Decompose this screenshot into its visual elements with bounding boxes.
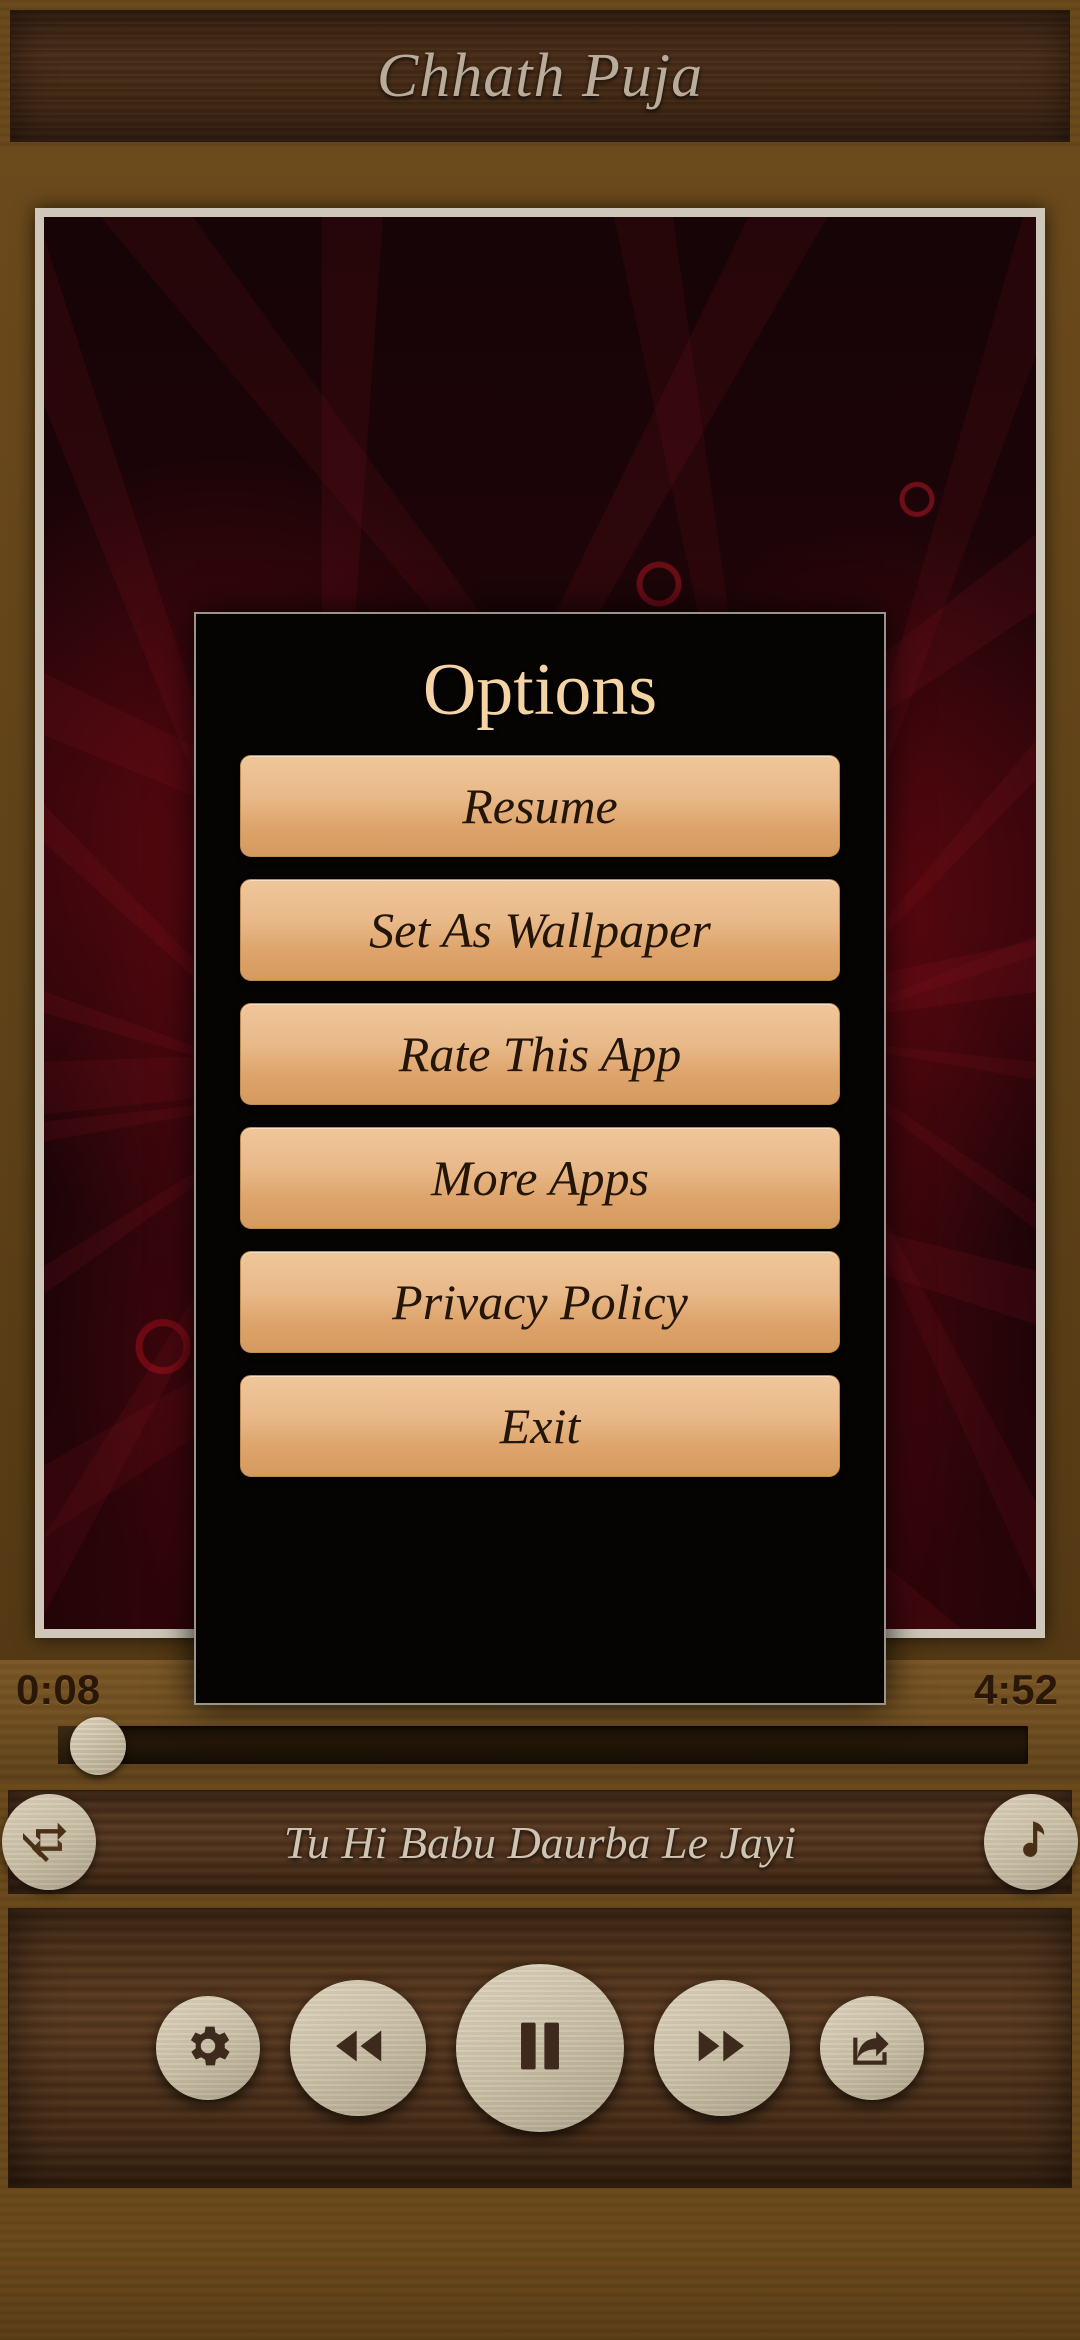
- seek-bar-thumb[interactable]: [70, 1717, 127, 1775]
- fast-forward-icon: [691, 2015, 753, 2082]
- options-dialog: Options Resume Set As Wallpaper Rate This …: [194, 612, 886, 1705]
- privacy-label: Privacy Policy: [392, 1274, 688, 1330]
- playlist-button[interactable]: [984, 1794, 1078, 1890]
- exit-button[interactable]: Exit: [240, 1375, 840, 1477]
- seek-bar-track[interactable]: [58, 1726, 1028, 1764]
- dialog-title: Options: [422, 649, 658, 731]
- share-button[interactable]: [820, 1996, 924, 2100]
- current-time-label: 0:08: [16, 1666, 101, 1713]
- repeat-button[interactable]: [2, 1794, 96, 1890]
- settings-button[interactable]: [156, 1996, 260, 2100]
- set-wallpaper-button[interactable]: Set As Wallpaper: [240, 879, 840, 981]
- title-bar: Chhath Puja: [10, 10, 1070, 142]
- song-title-label: Tu Hi Babu Daurba Le Jayi: [283, 1816, 797, 1868]
- exit-label: Exit: [499, 1398, 581, 1454]
- share-icon: [847, 2021, 897, 2076]
- resume-label: Resume: [462, 778, 618, 834]
- player-controls-bar: [8, 1908, 1072, 2188]
- dialog-menu: Resume Set As Wallpaper Rate This App More …: [196, 755, 884, 1477]
- rate-app-label: Rate This App: [398, 1026, 682, 1082]
- repeat-off-icon: [15, 1814, 75, 1871]
- resume-button[interactable]: Resume: [240, 755, 840, 857]
- privacy-button[interactable]: Privacy Policy: [240, 1251, 840, 1353]
- more-apps-button[interactable]: More Apps: [240, 1127, 840, 1229]
- play-pause-button[interactable]: [456, 1964, 624, 2132]
- page-title: Chhath Puja: [376, 41, 704, 110]
- gear-icon: [181, 2019, 235, 2078]
- music-note-icon: [1006, 1815, 1056, 1870]
- set-wallpaper-label: Set As Wallpaper: [369, 902, 711, 958]
- more-apps-label: More Apps: [430, 1150, 650, 1206]
- app-root: Chhath Puja 0:08 4:52 Tu Hi Babu Daurba …: [0, 0, 1080, 2340]
- pause-icon: [505, 2011, 575, 2086]
- next-button[interactable]: [654, 1980, 790, 2116]
- rewind-icon: [327, 2015, 389, 2082]
- rate-app-button[interactable]: Rate This App: [240, 1003, 840, 1105]
- song-title-bar: Tu Hi Babu Daurba Le Jayi: [8, 1790, 1072, 1894]
- total-time-label: 4:52: [973, 1666, 1058, 1713]
- previous-button[interactable]: [290, 1980, 426, 2116]
